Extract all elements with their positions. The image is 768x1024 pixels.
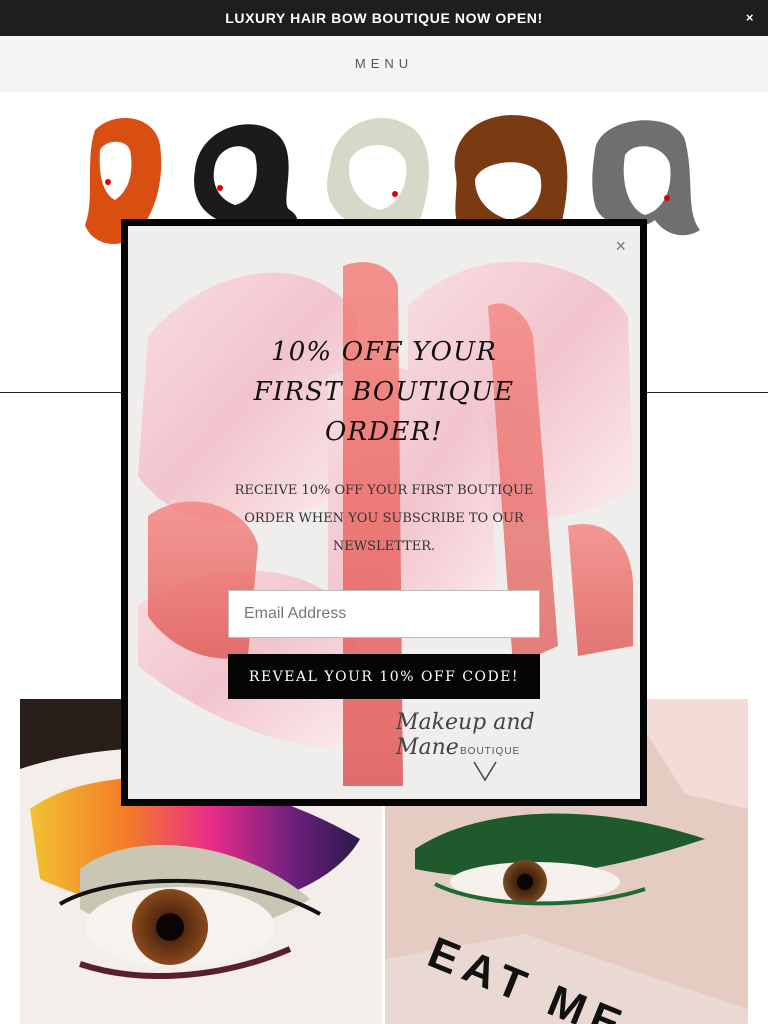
newsletter-popup: × 10% OFF YOUR FIRST BOUTIQUE ORDER! REC… — [121, 219, 647, 806]
popup-title-line: ORDER! — [325, 417, 443, 447]
email-input[interactable] — [228, 590, 540, 638]
popup-panel: × 10% OFF YOUR FIRST BOUTIQUE ORDER! REC… — [128, 226, 640, 799]
popup-close-button[interactable]: × — [615, 236, 626, 257]
logo-subtext: BOUTIQUE — [460, 746, 521, 757]
popup-title-line: FIRST BOUTIQUE — [253, 377, 515, 407]
chevron-down-icon — [473, 761, 497, 782]
reveal-code-button[interactable]: REVEAL YOUR 10% OFF CODE! — [228, 654, 540, 699]
boutique-logo: Makeup and Mane BOUTIQUE — [388, 694, 588, 794]
popup-description-line: NEWSLETTER. — [332, 539, 436, 554]
page: LUXURY HAIR BOW BOUTIQUE NOW OPEN! × MEN… — [0, 0, 768, 1024]
popup-description-line: ORDER WHEN YOU SUBSCRIBE TO OUR — [244, 511, 524, 526]
announcement-text: LUXURY HAIR BOW BOUTIQUE NOW OPEN! — [225, 10, 543, 26]
announcement-close-button[interactable]: × — [732, 0, 768, 36]
menu-label: MENU — [354, 56, 414, 71]
menu-button[interactable]: MENU — [0, 36, 768, 92]
popup-title-line: 10% OFF YOUR — [270, 337, 498, 367]
popup-title: 10% OFF YOUR FIRST BOUTIQUE ORDER! — [218, 332, 550, 452]
popup-description-line: RECEIVE 10% OFF YOUR FIRST BOUTIQUE — [234, 483, 534, 498]
popup-description: RECEIVE 10% OFF YOUR FIRST BOUTIQUE ORDE… — [228, 477, 540, 561]
announcement-bar: LUXURY HAIR BOW BOUTIQUE NOW OPEN! × — [0, 0, 768, 36]
